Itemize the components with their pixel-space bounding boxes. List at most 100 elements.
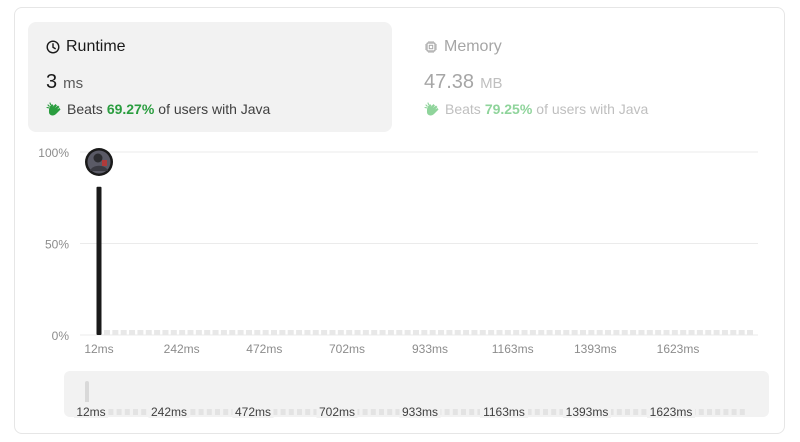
distribution-bar (145, 330, 152, 335)
range-mini-bar (633, 409, 639, 415)
range-mini-bar (723, 409, 729, 415)
range-mini-bar (469, 409, 475, 415)
range-mini-bar (280, 409, 286, 415)
distribution-bar (237, 330, 244, 335)
range-mini-bar (206, 409, 212, 415)
y-axis-ticks: 100% 50% 0% (38, 146, 69, 343)
distribution-bar (596, 330, 603, 335)
distribution-bar (663, 330, 670, 335)
range-mini-bar (362, 409, 368, 415)
distribution-bars (96, 186, 753, 335)
distribution-bar (329, 330, 336, 335)
distribution-bar (154, 330, 161, 335)
distribution-bar (504, 330, 511, 335)
range-mini-bar (215, 409, 220, 415)
distribution-bar (245, 330, 252, 335)
distribution-bar (671, 330, 678, 335)
distribution-bar (279, 330, 286, 335)
distribution-bar (212, 330, 219, 335)
x-tick-label: 933ms (412, 342, 448, 356)
range-mini-bar (190, 409, 196, 415)
chart-gridlines (80, 151, 758, 336)
distribution-bar (638, 330, 645, 335)
range-mini-bar (297, 409, 302, 415)
range-mini-bar (387, 409, 393, 415)
range-tick-label: 12ms (76, 405, 105, 419)
distribution-bar (713, 330, 720, 335)
distribution-bar (630, 330, 637, 335)
distribution-bar (747, 330, 753, 335)
range-mini-bar (739, 409, 745, 415)
distribution-bar (371, 330, 378, 335)
distribution-bar (421, 330, 428, 335)
distribution-bar (738, 330, 745, 335)
distribution-bar (304, 330, 311, 335)
y-tick-label: 100% (38, 146, 69, 160)
distribution-bar (563, 330, 570, 335)
distribution-bar (571, 330, 578, 335)
range-mini-bar (461, 409, 466, 415)
user-avatar-marker[interactable] (85, 148, 113, 176)
distribution-bar (463, 330, 470, 335)
distribution-bar (438, 330, 445, 335)
x-tick-label: 472ms (246, 342, 282, 356)
range-tick-label: 1623ms (650, 405, 693, 419)
range-mini-bar (534, 409, 540, 415)
distribution-bar (104, 330, 110, 335)
distribution-bar (538, 330, 545, 335)
distribution-bar (162, 330, 169, 335)
distribution-bar (721, 330, 728, 335)
distribution-bar (730, 330, 737, 335)
x-tick-label: 12ms (84, 342, 113, 356)
range-mini-bar (116, 409, 122, 415)
distribution-bar (513, 330, 520, 335)
distribution-bar (688, 330, 695, 335)
distribution-bar (680, 330, 687, 335)
range-mini-bar (108, 409, 114, 415)
range-mini-bar (551, 409, 557, 415)
range-tick-label: 472ms (235, 405, 271, 419)
range-mini-bar (731, 409, 737, 415)
range-mini-bar (543, 409, 548, 415)
range-tick-label: 702ms (319, 405, 355, 419)
runtime-distribution-chart: 100% 50% 0% 12ms 242ms 472ms 702ms 933ms 1163ms… (38, 146, 758, 419)
distribution-bar (296, 330, 303, 335)
range-mini-bar (288, 409, 294, 415)
x-tick-label: 702ms (329, 342, 365, 356)
distribution-bar (287, 330, 294, 335)
distribution-bar (170, 330, 177, 335)
distribution-bar (354, 330, 361, 335)
distribution-bar (262, 330, 269, 335)
distribution-bar (312, 330, 319, 335)
distribution-bar (404, 330, 411, 335)
range-mini-bar (370, 409, 376, 415)
distribution-bar (554, 330, 561, 335)
distribution-bar (129, 330, 136, 335)
y-tick-label: 50% (45, 238, 69, 252)
distribution-bar (655, 330, 662, 335)
distribution-bar (321, 330, 328, 335)
highlighted-bar (96, 186, 102, 335)
range-mini-bar (198, 409, 204, 415)
distribution-bar (546, 330, 553, 335)
distribution-bar (254, 330, 261, 335)
distribution-bar (337, 330, 344, 335)
distribution-bar (479, 330, 486, 335)
range-mini-bar (452, 409, 458, 415)
distribution-bar (195, 330, 202, 335)
distribution-bar (521, 330, 528, 335)
distribution-bar (220, 330, 227, 335)
range-mini-bar (133, 409, 138, 415)
distribution-bar (346, 330, 353, 335)
distribution-bar (471, 330, 478, 335)
distribution-bar (454, 330, 461, 335)
range-mini-bar (616, 409, 622, 415)
distribution-bar (613, 330, 620, 335)
x-axis-ticks: 12ms 242ms 472ms 702ms 933ms 1163ms 1393ms 1623… (84, 342, 699, 356)
distribution-bar (705, 330, 712, 335)
range-mini-bar (305, 409, 311, 415)
distribution-bar (229, 330, 236, 335)
distribution-bar (179, 330, 186, 335)
x-tick-label: 242ms (164, 342, 200, 356)
range-mini-bar (707, 409, 712, 415)
